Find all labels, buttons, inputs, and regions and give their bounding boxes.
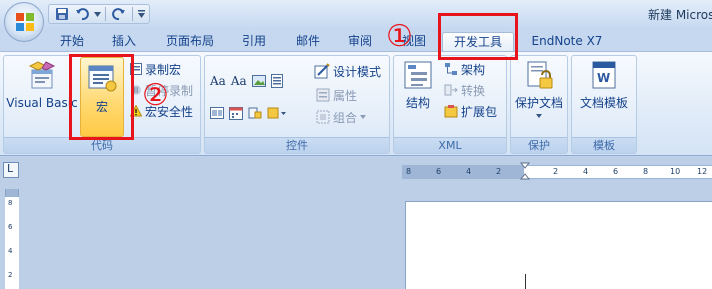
- structure-label: 结构: [405, 96, 430, 110]
- structure-icon: [404, 61, 432, 89]
- visual-basic-button[interactable]: Visual Basic: [6, 60, 78, 110]
- group-icon: [316, 110, 330, 124]
- ruler-tick: 8: [406, 167, 412, 176]
- transform-label: 转换: [461, 83, 486, 98]
- transform-button[interactable]: 转换: [444, 81, 485, 99]
- lock-icon: [527, 61, 553, 89]
- tab-selector[interactable]: L: [3, 162, 19, 178]
- title-bar: 新建 Micros: [0, 0, 712, 28]
- ruler-tick: 8: [643, 167, 649, 176]
- tab-stop-icon: L: [7, 162, 14, 175]
- highlight-box-developer-tab: [438, 13, 518, 60]
- schema-button[interactable]: 架构: [444, 60, 485, 78]
- step-1-marker: ①: [386, 19, 413, 54]
- expansion-pack-button[interactable]: 扩展包: [444, 102, 497, 120]
- properties-button[interactable]: 属性: [316, 86, 357, 104]
- more-controls-row: [210, 104, 287, 122]
- customize-qat-icon[interactable]: [137, 6, 145, 22]
- text-cursor: [525, 274, 526, 289]
- tab-mailings[interactable]: 邮件: [288, 32, 328, 52]
- properties-icon: [316, 88, 330, 102]
- transform-icon: [444, 84, 458, 96]
- document-page[interactable]: [405, 201, 712, 289]
- tab-review[interactable]: 审阅: [340, 32, 380, 52]
- protect-document-label: 保护文档: [514, 96, 563, 110]
- qat-separator: [105, 7, 106, 21]
- legacy-tools-icon[interactable]: [267, 106, 287, 120]
- date-picker-icon[interactable]: [229, 106, 243, 120]
- ruler-tick: 6: [8, 223, 13, 231]
- document-template-icon: W: [592, 61, 616, 89]
- tab-home[interactable]: 开始: [52, 32, 92, 52]
- schema-icon: [445, 63, 457, 75]
- drop-down-list-icon[interactable]: [210, 107, 224, 119]
- vertical-ruler-body: 8 6 4 2: [5, 197, 19, 289]
- record-macro-button[interactable]: 录制宏: [130, 60, 181, 78]
- protect-document-button[interactable]: 保护文档: [512, 60, 566, 118]
- expansion-pack-icon: [444, 105, 458, 118]
- tab-references[interactable]: 引用: [234, 32, 274, 52]
- office-button[interactable]: [4, 2, 44, 42]
- properties-label: 属性: [333, 88, 358, 103]
- design-mode-icon: [314, 63, 330, 79]
- visual-basic-icon: [28, 61, 56, 89]
- chevron-down-icon[interactable]: [93, 6, 101, 22]
- group-button[interactable]: 组合: [316, 108, 367, 126]
- window-title: 新建 Micros: [648, 8, 712, 22]
- plain-text-control-icon[interactable]: Aa: [231, 74, 247, 88]
- structure-button[interactable]: 结构: [400, 60, 436, 111]
- design-mode-label: 设计模式: [333, 64, 382, 79]
- group-templates-label: 模板: [572, 137, 636, 153]
- record-macro-label: 录制宏: [145, 62, 182, 77]
- indent-marker-icon[interactable]: [520, 162, 530, 182]
- ruler-tick: 10: [670, 167, 681, 176]
- ruler-tick: 12: [697, 167, 708, 176]
- chevron-down-icon: [536, 114, 542, 118]
- horizontal-ruler-margin: [402, 165, 524, 179]
- ruler-tick: 4: [8, 247, 13, 255]
- ruler-tick: 4: [583, 167, 589, 176]
- ruler-tick: 2: [496, 167, 502, 176]
- redo-icon[interactable]: [110, 6, 128, 22]
- combo-box-control-icon[interactable]: [270, 74, 283, 88]
- undo-icon[interactable]: [73, 6, 91, 22]
- schema-label: 架构: [461, 62, 486, 77]
- group-protect-label: 保护: [511, 137, 567, 153]
- ruler-tick: 8: [8, 199, 13, 207]
- tab-endnote[interactable]: EndNote X7: [526, 32, 608, 52]
- visual-basic-label: Visual Basic: [6, 96, 78, 110]
- save-icon[interactable]: [53, 6, 71, 22]
- rich-text-control-icon[interactable]: Aa: [210, 74, 226, 88]
- building-block-icon[interactable]: [248, 106, 262, 120]
- group-xml-label: XML: [394, 137, 506, 153]
- quick-access-toolbar: [48, 4, 150, 24]
- ruler-tick: 2: [8, 271, 13, 279]
- group-controls-label: 控件: [205, 137, 389, 153]
- document-template-label: 文档模板: [579, 96, 628, 110]
- ruler-tick: 2: [553, 167, 559, 176]
- step-2-marker: ②: [142, 78, 169, 113]
- text-controls-row: Aa Aa: [210, 72, 283, 90]
- svg-text:W: W: [597, 71, 610, 85]
- office-logo-icon: [16, 13, 34, 31]
- expansion-pack-label: 扩展包: [461, 104, 498, 119]
- qat-separator: [132, 7, 133, 21]
- document-template-button[interactable]: W 文档模板: [574, 60, 634, 111]
- ruler-tick: 6: [613, 167, 619, 176]
- ruler-tick: 6: [436, 167, 442, 176]
- chevron-down-icon: [360, 115, 367, 119]
- document-area: L 8 6 4 2 2 4 6 8 10 12 8 6 4 2: [0, 157, 712, 289]
- picture-control-icon[interactable]: [251, 74, 266, 88]
- ruler-tick: 4: [466, 167, 472, 176]
- tab-insert[interactable]: 插入: [104, 32, 144, 52]
- tab-page-layout[interactable]: 页面布局: [158, 32, 222, 52]
- highlight-box-macro: [69, 54, 134, 140]
- group-label: 组合: [333, 110, 358, 125]
- ribbon-tabs: 开始 插入 页面布局 引用 邮件 审阅 视图 开发工具 EndNote X7: [0, 28, 712, 52]
- design-mode-button[interactable]: 设计模式: [314, 62, 381, 80]
